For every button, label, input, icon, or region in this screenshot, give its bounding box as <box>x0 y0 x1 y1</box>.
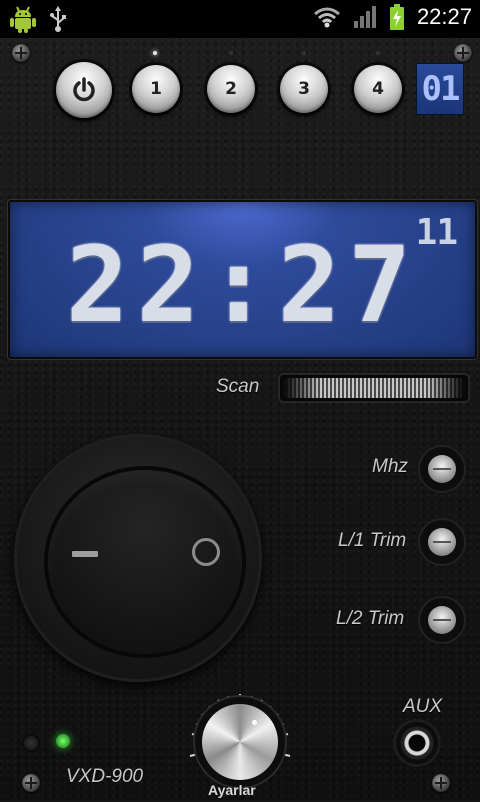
preset-label-2: 2 <box>225 79 237 99</box>
switch-off-mark-icon <box>192 538 220 566</box>
switch-on-mark-icon <box>72 551 98 557</box>
preset-button-4[interactable]: 4 <box>354 65 402 113</box>
screw-icon <box>454 44 472 62</box>
preset-led-3 <box>302 51 306 55</box>
standby-led-icon <box>24 736 38 750</box>
preset-led-2 <box>229 51 233 55</box>
screw-icon <box>432 774 450 792</box>
l2-trim-knob[interactable] <box>428 606 456 634</box>
aux-jack-icon[interactable] <box>396 722 438 764</box>
preset-led-4 <box>376 51 380 55</box>
ayarlar-dial[interactable] <box>202 704 278 780</box>
model-label: VXD-900 <box>66 766 144 787</box>
l1-trim-knob[interactable] <box>428 528 456 556</box>
screw-icon <box>12 44 30 62</box>
preset-number: 01 <box>421 69 461 109</box>
preset-led-1 <box>153 51 157 55</box>
preset-label-3: 3 <box>298 79 310 99</box>
mhz-label: Mhz <box>372 456 408 477</box>
status-bar: 22:27 <box>0 0 480 38</box>
power-button[interactable] <box>56 62 112 118</box>
preset-label-1: 1 <box>150 79 162 99</box>
preset-button-3[interactable]: 3 <box>280 65 328 113</box>
lcd-time: 22:27 <box>65 224 420 346</box>
mhz-knob[interactable] <box>428 455 456 483</box>
preset-label-4: 4 <box>372 79 384 99</box>
android-icon <box>10 6 36 33</box>
lcd-display: 22:27 11 <box>8 200 477 359</box>
preset-button-2[interactable]: 2 <box>207 65 255 113</box>
wifi-icon <box>313 7 340 28</box>
dial-indicator-icon <box>252 720 257 725</box>
power-led-icon <box>56 734 70 748</box>
battery-charging-icon <box>389 4 404 30</box>
aux-label: AUX <box>403 696 443 717</box>
signal-icon <box>353 6 376 28</box>
power-icon <box>73 77 95 102</box>
ayarlar-label: Ayarlar <box>208 782 256 798</box>
usb-icon <box>50 6 66 32</box>
lcd-seconds: 11 <box>415 212 458 253</box>
l2-trim-label: L/2 Trim <box>336 608 405 629</box>
screw-icon <box>22 774 40 792</box>
preset-number-display: 01 <box>416 63 464 115</box>
l1-trim-label: L/1 Trim <box>338 530 407 551</box>
status-time: 22:27 <box>416 4 472 29</box>
scan-wheel[interactable] <box>280 375 468 401</box>
scan-label: Scan <box>216 376 260 397</box>
preset-button-1[interactable]: 1 <box>132 65 180 113</box>
